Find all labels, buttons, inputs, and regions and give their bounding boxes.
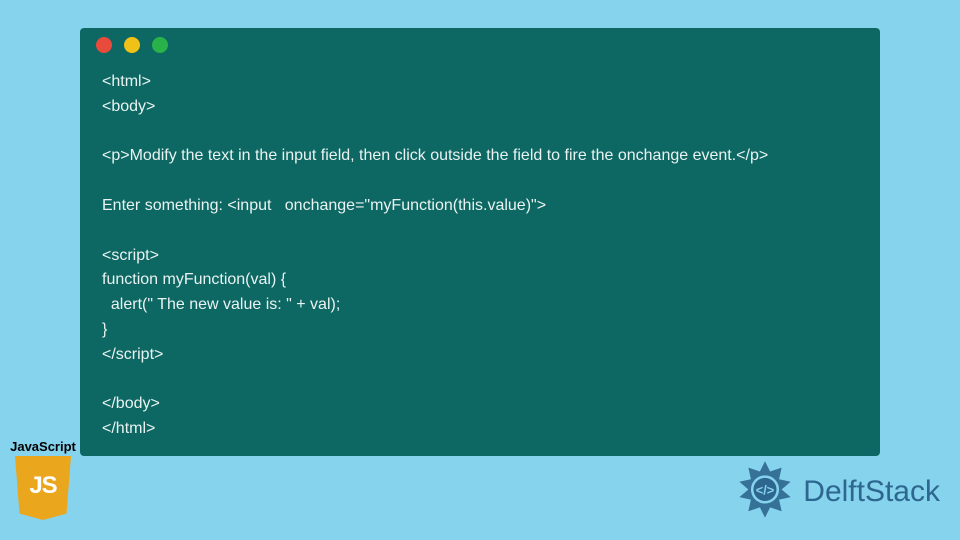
svg-text:</>: </> — [756, 483, 774, 498]
js-shield-icon: JS — [15, 456, 71, 520]
brand-logo: </> DelftStack — [733, 460, 940, 524]
badge-icon-text: JS — [29, 472, 56, 500]
javascript-badge: JavaScript JS — [4, 439, 82, 520]
close-icon — [96, 37, 112, 53]
code-block: <html> <body> <p>Modify the text in the … — [80, 62, 880, 452]
window-titlebar — [80, 28, 880, 62]
code-window: <html> <body> <p>Modify the text in the … — [80, 28, 880, 456]
brand-icon: </> — [733, 460, 797, 524]
minimize-icon — [124, 37, 140, 53]
brand-name: DelftStack — [803, 475, 940, 509]
maximize-icon — [152, 37, 168, 53]
badge-label: JavaScript — [4, 439, 82, 454]
